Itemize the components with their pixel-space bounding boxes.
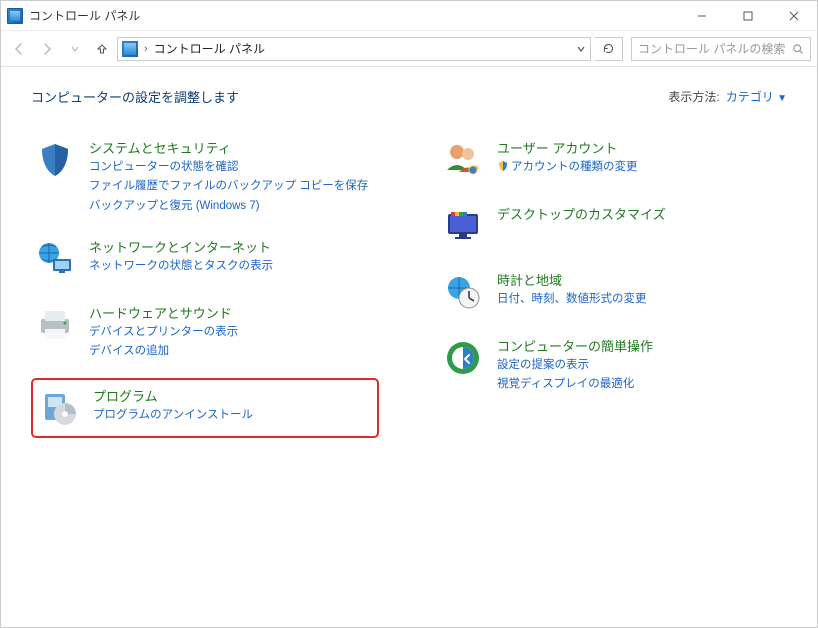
clock-globe-icon [441,270,485,314]
content-header: コンピューターの設定を調整します 表示方法: カテゴリ ▼ [31,87,787,106]
view-by: 表示方法: カテゴリ ▼ [668,88,787,105]
category-desktop-customize: デスクトップのカスタマイズ [439,200,787,252]
window-title: コントロール パネル [29,7,140,24]
category-system-security: システムとセキュリティ コンピューターの状態を確認 ファイル履歴でファイルのバッ… [31,134,379,219]
category-title[interactable]: ハードウェアとサウンド [89,303,238,322]
minimize-button[interactable] [679,1,725,31]
category-programs-highlighted: プログラム プログラムのアンインストール [31,378,379,438]
category-clock-region: 時計と地域 日付、時刻、数値形式の変更 [439,266,787,318]
close-button[interactable] [771,1,817,31]
category-link[interactable]: 視覚ディスプレイの最適化 [497,376,653,393]
globe-monitor-icon [33,237,77,281]
people-icon [441,138,485,182]
content-area: コンピューターの設定を調整します 表示方法: カテゴリ ▼ システムとセキュリテ… [1,67,817,472]
search-box[interactable] [631,37,811,61]
category-link[interactable]: 設定の提案の表示 [497,357,653,374]
category-link[interactable]: 日付、時刻、数値形式の変更 [497,291,647,308]
recent-dropdown[interactable] [63,37,87,61]
shield-icon [33,138,77,182]
monitor-theme-icon [441,204,485,248]
address-icon [122,41,138,57]
category-link[interactable]: プログラムのアンインストール [93,407,253,424]
breadcrumb-text[interactable]: コントロール パネル [154,40,265,57]
category-title[interactable]: ユーザー アカウント [497,138,638,157]
category-title[interactable]: コンピューターの簡単操作 [497,336,653,355]
ease-access-icon [441,336,485,380]
chevron-down-icon: ▼ [777,93,787,104]
address-bar[interactable]: › コントロール パネル [117,37,591,61]
view-by-label: 表示方法: [668,88,719,105]
category-link[interactable]: コンピューターの状態を確認 [89,159,368,176]
left-column: システムとセキュリティ コンピューターの状態を確認 ファイル履歴でファイルのバッ… [31,134,379,452]
category-link[interactable]: ネットワークの状態とタスクの表示 [89,258,273,275]
breadcrumb-separator: › [144,43,148,55]
search-icon [792,43,804,55]
nav-bar: › コントロール パネル [1,31,817,67]
category-hardware-sound: ハードウェアとサウンド デバイスとプリンターの表示 デバイスの追加 [31,299,379,365]
category-link-shielded[interactable]: アカウントの種類の変更 [497,159,638,176]
category-title[interactable]: 時計と地域 [497,270,647,289]
back-button[interactable] [7,37,31,61]
titlebar: コントロール パネル [1,1,817,31]
category-network: ネットワークとインターネット ネットワークの状態とタスクの表示 [31,233,379,285]
refresh-button[interactable] [595,37,623,61]
category-link[interactable]: デバイスとプリンターの表示 [89,324,238,341]
up-button[interactable] [91,38,113,60]
printer-icon [33,303,77,347]
window-controls [679,1,817,31]
maximize-button[interactable] [725,1,771,31]
category-title[interactable]: ネットワークとインターネット [89,237,273,256]
category-title[interactable]: プログラム [93,386,253,405]
control-panel-icon [7,8,23,24]
search-input[interactable] [638,42,786,56]
category-user-accounts: ユーザー アカウント アカウントの種類の変更 [439,134,787,186]
category-link[interactable]: バックアップと復元 (Windows 7) [89,198,368,215]
page-title: コンピューターの設定を調整します [31,87,239,106]
disc-box-icon [37,386,81,430]
category-link[interactable]: ファイル履歴でファイルのバックアップ コピーを保存 [89,178,368,195]
category-ease-of-access: コンピューターの簡単操作 設定の提案の表示 視覚ディスプレイの最適化 [439,332,787,398]
category-link[interactable]: デバイスの追加 [89,343,238,360]
forward-button[interactable] [35,37,59,61]
address-dropdown-icon[interactable] [576,44,586,54]
view-by-dropdown[interactable]: カテゴリ ▼ [726,88,787,105]
right-column: ユーザー アカウント アカウントの種類の変更 デスクトップのカスタマイズ [439,134,787,452]
category-title[interactable]: デスクトップのカスタマイズ [497,204,666,223]
category-columns: システムとセキュリティ コンピューターの状態を確認 ファイル履歴でファイルのバッ… [31,134,787,452]
category-title[interactable]: システムとセキュリティ [89,138,368,157]
